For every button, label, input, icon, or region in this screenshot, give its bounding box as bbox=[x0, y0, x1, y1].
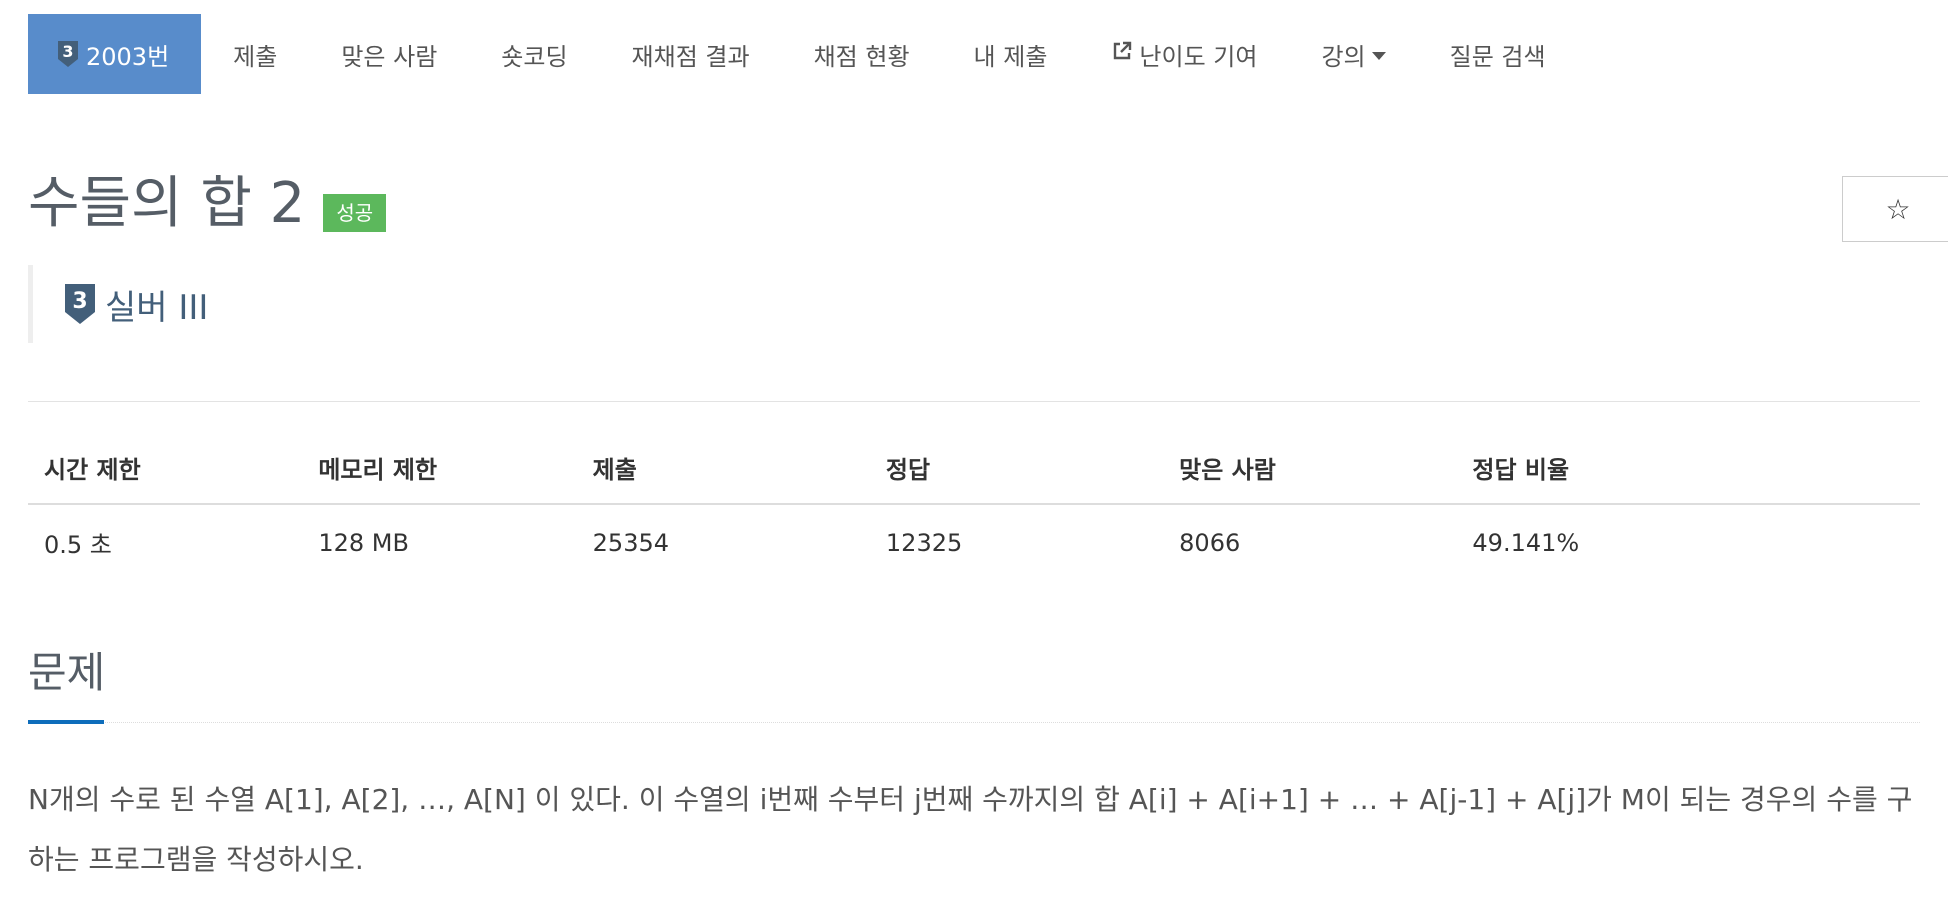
problem-section-header: 문제 bbox=[28, 648, 1920, 724]
problem-title-row: 수들의 합 2 성공 bbox=[28, 171, 387, 236]
problem-page: 3 2003번 제출 맞은 사람 숏코딩 재채점 결과 채점 현황 내 제출 난… bbox=[0, 0, 1948, 898]
section-title: 문제 bbox=[28, 648, 106, 697]
tab-problem[interactable]: 3 2003번 bbox=[28, 14, 202, 94]
section-title-underline bbox=[28, 720, 104, 724]
problem-nav: 3 2003번 제출 맞은 사람 숏코딩 재채점 결과 채점 현황 내 제출 난… bbox=[28, 14, 1578, 94]
header-accepted: 정답 bbox=[869, 450, 1164, 505]
table-row: 0.5 초 128 MB 25354 12325 8066 49.141% bbox=[28, 504, 1920, 560]
problem-title: 수들의 합 2 bbox=[28, 171, 306, 236]
tab-problem-label: 2003번 bbox=[86, 42, 170, 71]
problem-info-table: 시간 제한 메모리 제한 제출 정답 맞은 사람 정답 비율 0.5 초 128… bbox=[28, 450, 1920, 560]
header-accept-ratio: 정답 비율 bbox=[1456, 450, 1920, 505]
tier-blockquote: 3 실버 III bbox=[28, 265, 208, 343]
caret-down-icon bbox=[1371, 52, 1386, 60]
tab-accepted-users[interactable]: 맞은 사람 bbox=[309, 14, 469, 94]
tier-number: 3 bbox=[62, 42, 73, 61]
tab-judge-status[interactable]: 채점 현황 bbox=[782, 14, 942, 94]
header-submissions: 제출 bbox=[576, 450, 870, 505]
tab-lecture-dropdown[interactable]: 강의 bbox=[1289, 14, 1417, 94]
tab-question-search[interactable]: 질문 검색 bbox=[1418, 14, 1578, 94]
result-badge: 성공 bbox=[323, 194, 387, 232]
cell-solvers: 8066 bbox=[1179, 528, 1241, 557]
tab-my-submissions[interactable]: 내 제출 bbox=[942, 14, 1080, 94]
star-button[interactable]: ☆ bbox=[1842, 176, 1948, 242]
star-icon: ☆ bbox=[1885, 192, 1911, 226]
problem-description: N개의 수로 된 수열 A[1], A[2], …, A[N] 이 있다. 이 … bbox=[28, 783, 1913, 876]
cell-time-limit: 0.5 초 bbox=[44, 531, 112, 559]
cell-accepted: 12325 bbox=[885, 528, 963, 557]
cell-submissions: 25354 bbox=[592, 528, 670, 557]
silver-tier-icon: 3 bbox=[56, 39, 80, 69]
cell-memory-limit: 128 MB bbox=[318, 528, 409, 557]
tab-difficulty-contribution[interactable]: 난이도 기여 bbox=[1079, 14, 1289, 94]
silver-tier-icon: 3 bbox=[63, 282, 97, 326]
table-header-row: 시간 제한 메모리 제한 제출 정답 맞은 사람 정답 비율 bbox=[28, 450, 1920, 505]
tab-difficulty-label: 난이도 기여 bbox=[1139, 42, 1258, 71]
tab-submit[interactable]: 제출 bbox=[201, 14, 309, 94]
tier-number: 3 bbox=[72, 289, 87, 314]
tab-lecture-label: 강의 bbox=[1321, 42, 1366, 71]
cell-accept-ratio: 49.141% bbox=[1472, 528, 1580, 557]
external-link-icon bbox=[1111, 40, 1133, 68]
tier-label: 실버 III bbox=[105, 287, 209, 328]
header-solvers: 맞은 사람 bbox=[1163, 450, 1457, 505]
tab-rejudge-results[interactable]: 재채점 결과 bbox=[600, 14, 782, 94]
header-memory-limit: 메모리 제한 bbox=[302, 450, 577, 505]
divider bbox=[28, 401, 1920, 402]
header-time-limit: 시간 제한 bbox=[28, 450, 303, 505]
tab-short-coding[interactable]: 숏코딩 bbox=[469, 14, 599, 94]
